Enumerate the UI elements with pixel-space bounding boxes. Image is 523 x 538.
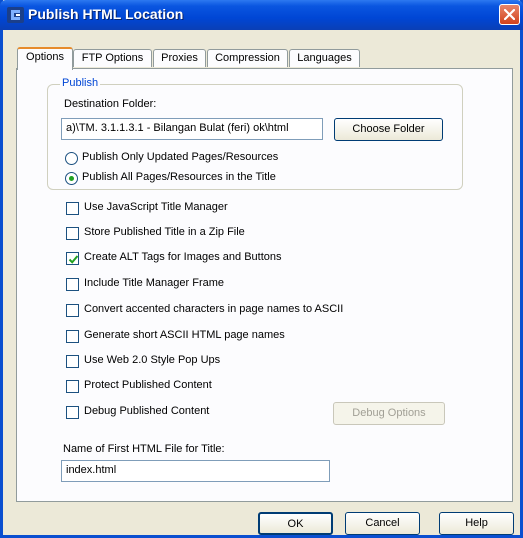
publish-html-dialog: Publish HTML Location Options FTP Option…	[0, 0, 523, 538]
radio-selected-dot	[69, 176, 74, 181]
option-label: Store Published Title in a Zip File	[84, 226, 245, 238]
short-ascii-names-checkbox[interactable]	[66, 330, 79, 343]
ok-button[interactable]: OK	[258, 512, 333, 535]
tab-label: Compression	[215, 52, 280, 64]
debug-options-button[interactable]: Debug Options	[333, 402, 445, 425]
tab-options[interactable]: Options	[17, 47, 73, 70]
tab-label: Options	[26, 51, 64, 63]
publish-group-label: Publish	[60, 77, 101, 89]
destination-folder-label: Destination Folder:	[64, 98, 157, 110]
title-manager-frame-checkbox[interactable]	[66, 278, 79, 291]
convert-accented-checkbox[interactable]	[66, 304, 79, 317]
tab-label: FTP Options	[81, 52, 144, 64]
tab-ftp-options[interactable]: FTP Options	[73, 49, 152, 67]
window-title: Publish HTML Location	[28, 6, 184, 22]
tab-label: Languages	[297, 52, 352, 64]
option-label: Use JavaScript Title Manager	[84, 201, 228, 213]
javascript-title-manager-checkbox[interactable]	[66, 202, 79, 215]
first-file-label: Name of First HTML File for Title:	[63, 443, 225, 455]
publish-all-radio[interactable]	[65, 172, 78, 185]
debug-content-checkbox[interactable]	[66, 406, 79, 419]
option-label: Create ALT Tags for Images and Buttons	[84, 251, 282, 263]
first-file-input[interactable]: index.html	[61, 460, 330, 482]
protect-content-checkbox[interactable]	[66, 380, 79, 393]
destination-folder-input[interactable]: a)\TM. 3.1.1.3.1 - Bilangan Bulat (feri)…	[61, 118, 323, 140]
option-label: Debug Published Content	[84, 405, 210, 417]
publish-all-label: Publish All Pages/Resources in the Title	[82, 171, 276, 183]
tab-proxies[interactable]: Proxies	[153, 49, 206, 67]
title-bar[interactable]: Publish HTML Location	[0, 0, 523, 30]
option-label: Generate short ASCII HTML page names	[84, 329, 285, 341]
choose-folder-button[interactable]: Choose Folder	[334, 118, 443, 141]
tab-label: Proxies	[161, 52, 198, 64]
close-button[interactable]	[499, 4, 520, 25]
option-label: Include Title Manager Frame	[84, 277, 225, 289]
app-icon	[7, 7, 24, 23]
option-label: Protect Published Content	[84, 379, 212, 391]
help-button[interactable]: Help	[439, 512, 514, 535]
close-icon	[504, 9, 515, 20]
publish-updated-radio[interactable]	[65, 152, 78, 165]
option-label: Convert accented characters in page name…	[84, 303, 344, 315]
zip-file-checkbox[interactable]	[66, 227, 79, 240]
publish-updated-label: Publish Only Updated Pages/Resources	[82, 151, 279, 163]
alt-tags-checkbox[interactable]	[66, 252, 79, 265]
web20-popups-checkbox[interactable]	[66, 355, 79, 368]
check-mark-icon	[68, 255, 79, 264]
option-label: Use Web 2.0 Style Pop Ups	[84, 354, 221, 366]
cancel-button[interactable]: Cancel	[345, 512, 420, 535]
tab-languages[interactable]: Languages	[289, 49, 360, 67]
tab-compression[interactable]: Compression	[207, 49, 288, 67]
